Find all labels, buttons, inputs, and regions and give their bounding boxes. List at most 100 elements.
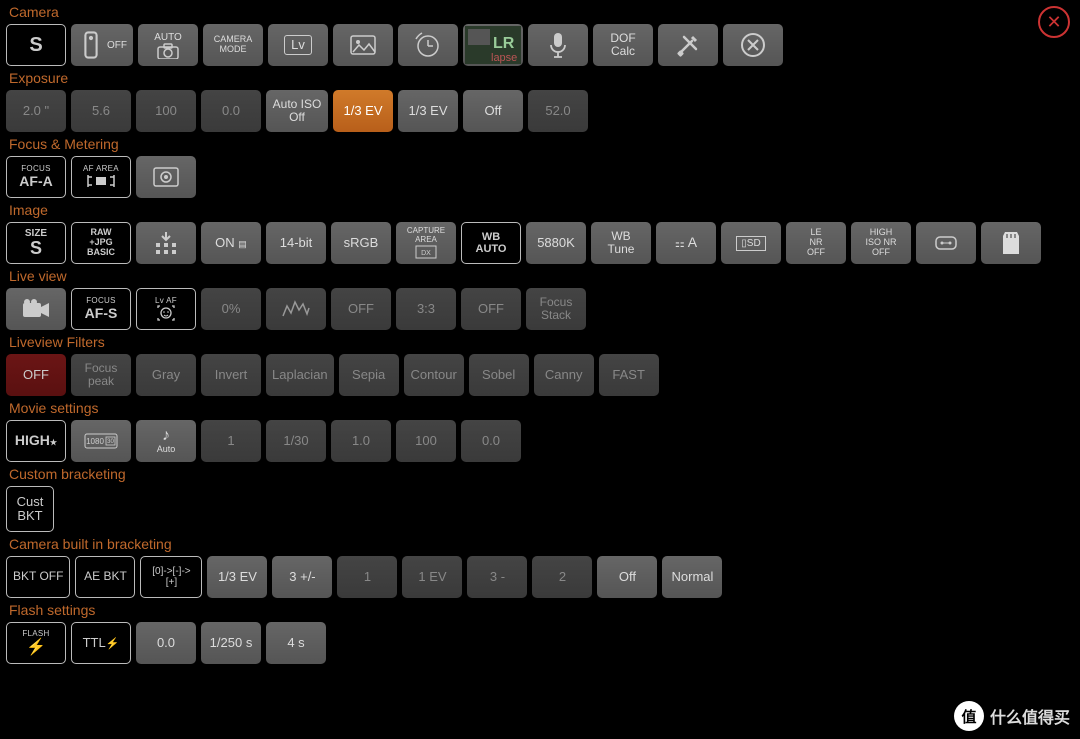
wb-button[interactable]: WB AUTO (461, 222, 521, 264)
shutter-button[interactable]: 2.0 " (6, 90, 66, 132)
flash-delay-button[interactable]: 4 s (266, 622, 326, 664)
movie-v4-button[interactable]: 100 (396, 420, 456, 462)
cancel-button[interactable] (723, 24, 783, 66)
lv-af-button[interactable]: Lv AF (136, 288, 196, 330)
filter-sepia-button[interactable]: Sepia (339, 354, 399, 396)
aperture-button[interactable]: 5.6 (71, 90, 131, 132)
filter-gray-button[interactable]: Gray (136, 354, 196, 396)
microphone-button[interactable] (528, 24, 588, 66)
bolt-icon: ⚡ (26, 639, 46, 657)
wb-kelvin-button[interactable]: 5880K (526, 222, 586, 264)
metering-button[interactable] (136, 156, 196, 198)
filter-sobel-button[interactable]: Sobel (469, 354, 529, 396)
lv-histogram-button[interactable] (266, 288, 326, 330)
exposure-off-button[interactable]: Off (463, 90, 523, 132)
cust-bkt-button[interactable]: Cust BKT (6, 486, 54, 532)
bkt-v2-button[interactable]: 1 EV (402, 556, 462, 598)
download-button[interactable] (136, 222, 196, 264)
memory-card-button[interactable] (981, 222, 1041, 264)
filter-canny-button[interactable]: Canny (534, 354, 594, 396)
sd-card-button[interactable]: ▯SD (721, 222, 781, 264)
section-label-liveview: Live view (6, 268, 1074, 284)
movie-quality-button[interactable]: HIGH★ (6, 420, 66, 462)
filter-off-button[interactable]: OFF (6, 354, 66, 396)
focus-mode-button[interactable]: FOCUS AF-A (6, 156, 66, 198)
auto-camera-button[interactable]: AUTO (138, 24, 198, 66)
on-toggle-button[interactable]: ON ▤ (201, 222, 261, 264)
ae-bkt-button[interactable]: AE BKT (75, 556, 135, 598)
movie-v2-button[interactable]: 1/30 (266, 420, 326, 462)
picture-control-button[interactable]: ⚏ A (656, 222, 716, 264)
lv-off1-button[interactable]: OFF (331, 288, 391, 330)
bkt-v4-button[interactable]: 2 (532, 556, 592, 598)
ev-step-button[interactable]: 1/3 EV (398, 90, 458, 132)
bkt-step-button[interactable]: 1/3 EV (207, 556, 267, 598)
ev-comp-button[interactable]: 0.0 (201, 90, 261, 132)
bkt-normal-button[interactable]: Normal (662, 556, 722, 598)
lv-ratio-button[interactable]: 3:3 (396, 288, 456, 330)
lv-focus-button[interactable]: FOCUS AF-S (71, 288, 131, 330)
filter-fast-button[interactable]: FAST (599, 354, 659, 396)
tools-icon (674, 31, 702, 59)
movie-cam-button[interactable] (6, 288, 66, 330)
watermark: 值 什么值得买 (954, 701, 1070, 731)
sd-card-icon (1001, 230, 1021, 256)
bkt-range-button[interactable]: 3 +/- (272, 556, 332, 598)
exposure-value-button[interactable]: 52.0 (528, 90, 588, 132)
filter-focuspeak-button[interactable]: Focus peak (71, 354, 131, 396)
close-button[interactable]: ✕ (1038, 6, 1070, 38)
filter-invert-button[interactable]: Invert (201, 354, 261, 396)
bkt-off-button[interactable]: BKT OFF (6, 556, 70, 598)
close-icon: ✕ (1046, 12, 1061, 33)
focus-stack-button[interactable]: Focus Stack (526, 288, 586, 330)
movie-v5-button[interactable]: 0.0 (461, 420, 521, 462)
capture-area-icon: DX (414, 245, 438, 259)
section-custbkt: Custom bracketing Cust BKT (6, 466, 1074, 532)
wb-tune-button[interactable]: WB Tune (591, 222, 651, 264)
connector-button[interactable] (916, 222, 976, 264)
auto-iso-button[interactable]: Auto ISO Off (266, 90, 328, 132)
dof-calc-button[interactable]: DOF Calc (593, 24, 653, 66)
af-area-button[interactable]: AF AREA (71, 156, 131, 198)
section-label-custbkt: Custom bracketing (6, 466, 1074, 482)
movie-res-button[interactable]: 108030 (71, 420, 131, 462)
filter-contour-button[interactable]: Contour (404, 354, 464, 396)
movie-v1-button[interactable]: 1 (201, 420, 261, 462)
bit-depth-button[interactable]: 14-bit (266, 222, 326, 264)
lv-percent-button[interactable]: 0% (201, 288, 261, 330)
high-iso-nr-button[interactable]: HIGH ISO NR OFF (851, 222, 911, 264)
lv-off2-button[interactable]: OFF (461, 288, 521, 330)
section-label-exposure: Exposure (6, 70, 1074, 86)
ev-step-active-button[interactable]: 1/3 EV (333, 90, 393, 132)
remote-off-button[interactable]: OFF (71, 24, 133, 66)
bkt-v3-button[interactable]: 3 - (467, 556, 527, 598)
picture-icon (349, 34, 377, 56)
flash-mode-button[interactable]: FLASH ⚡ (6, 622, 66, 664)
bkt-seq-button[interactable]: [0]->[-]->[+] (140, 556, 202, 598)
color-space-button[interactable]: sRGB (331, 222, 391, 264)
movie-audio-button[interactable]: ♪ Auto (136, 420, 196, 462)
flash-comp-button[interactable]: 0.0 (136, 622, 196, 664)
ttl-button[interactable]: TTL⚡ (71, 622, 131, 664)
picture-button[interactable] (333, 24, 393, 66)
iso-button[interactable]: 100 (136, 90, 196, 132)
section-camera: Camera S OFF AUTO CAMERA MODE Lv LRlapse… (6, 4, 1074, 66)
face-detect-icon (154, 305, 178, 321)
raw-jpg-button[interactable]: RAW +JPG BASIC (71, 222, 131, 264)
connector-icon (932, 233, 960, 253)
movie-v3-button[interactable]: 1.0 (331, 420, 391, 462)
filter-laplacian-button[interactable]: Laplacian (266, 354, 334, 396)
capture-area-button[interactable]: CAPTURE AREA DX (396, 222, 456, 264)
lv-button[interactable]: Lv (268, 24, 328, 66)
camera-mode-button[interactable]: CAMERA MODE (203, 24, 263, 66)
timer-button[interactable] (398, 24, 458, 66)
flash-sync-button[interactable]: 1/250 s (201, 622, 261, 664)
le-nr-button[interactable]: LE NR OFF (786, 222, 846, 264)
section-label-focus: Focus & Metering (6, 136, 1074, 152)
camera-mode-indicator[interactable]: S (6, 24, 66, 66)
lr-timelapse-button[interactable]: LRlapse (463, 24, 523, 66)
bkt-off2-button[interactable]: Off (597, 556, 657, 598)
bkt-v1-button[interactable]: 1 (337, 556, 397, 598)
image-size-button[interactable]: SIZE S (6, 222, 66, 264)
tools-button[interactable] (658, 24, 718, 66)
